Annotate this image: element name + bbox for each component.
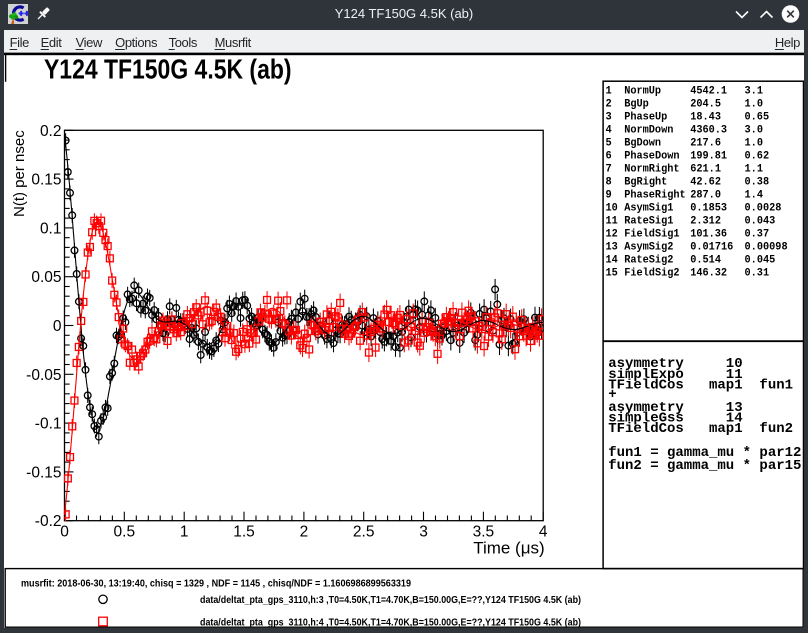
svg-text:1.5: 1.5 — [233, 524, 255, 541]
svg-text:0.62: 0.62 — [745, 151, 770, 163]
svg-text:9: 9 — [606, 190, 612, 202]
svg-text:Y124 TF150G 4.5K (ab): Y124 TF150G 4.5K (ab) — [44, 54, 292, 85]
svg-text:PhaseRight: PhaseRight — [624, 190, 686, 202]
svg-text:12: 12 — [606, 229, 618, 241]
svg-text:NormRight: NormRight — [624, 164, 679, 176]
svg-text:199.81: 199.81 — [690, 151, 727, 163]
svg-text:BgDown: BgDown — [624, 138, 661, 150]
svg-text:0.1: 0.1 — [40, 220, 62, 237]
svg-text:42.62: 42.62 — [690, 177, 721, 189]
svg-text:3: 3 — [419, 524, 428, 541]
svg-text:AsymSig2: AsymSig2 — [624, 242, 673, 254]
svg-text:0: 0 — [60, 524, 69, 541]
svg-text:TFieldCos map1 fun1: TFieldCos map1 fun1 — [608, 377, 793, 393]
svg-text:287.0: 287.0 — [690, 190, 721, 202]
svg-text:2: 2 — [606, 99, 612, 111]
svg-text:FieldSig2: FieldSig2 — [624, 268, 679, 280]
svg-text:1.0: 1.0 — [745, 99, 764, 111]
svg-text:13: 13 — [606, 242, 618, 254]
svg-text:-0.1: -0.1 — [35, 416, 62, 433]
svg-text:0.38: 0.38 — [745, 177, 770, 189]
svg-text:PhaseUp: PhaseUp — [624, 112, 667, 124]
svg-text:N(t) per nsec: N(t) per nsec — [11, 130, 28, 217]
svg-text:data/deltat_pta_gps_3110,h:3 ,: data/deltat_pta_gps_3110,h:3 ,T0=4.50K,T… — [200, 595, 581, 606]
svg-text:NormDown: NormDown — [624, 125, 673, 137]
svg-text:0.05: 0.05 — [31, 269, 61, 286]
svg-text:15: 15 — [606, 268, 618, 280]
svg-text:-0.2: -0.2 — [35, 513, 62, 530]
svg-text:621.1: 621.1 — [690, 164, 721, 176]
svg-text:3: 3 — [606, 112, 612, 124]
svg-text:18.43: 18.43 — [690, 112, 721, 124]
svg-text:101.36: 101.36 — [690, 229, 727, 241]
svg-text:204.5: 204.5 — [690, 99, 721, 111]
svg-text:1.4: 1.4 — [745, 190, 764, 202]
svg-text:0.01716: 0.01716 — [690, 242, 733, 254]
svg-text:0.65: 0.65 — [745, 112, 770, 124]
svg-text:2: 2 — [300, 524, 309, 541]
svg-text:data/deltat_pta_gps_3110,h:4 ,: data/deltat_pta_gps_3110,h:4 ,T0=4.50K,T… — [200, 617, 581, 628]
svg-text:1: 1 — [180, 524, 189, 541]
svg-text:0.1853: 0.1853 — [690, 203, 727, 215]
svg-text:-0.15: -0.15 — [26, 464, 61, 481]
svg-text:AsymSig1: AsymSig1 — [624, 203, 674, 215]
svg-text:0.2: 0.2 — [40, 123, 62, 140]
svg-text:0.514: 0.514 — [690, 255, 721, 267]
svg-text:0: 0 — [53, 318, 62, 335]
svg-text:2.312: 2.312 — [690, 216, 721, 228]
svg-text:4: 4 — [606, 125, 613, 137]
svg-text:6: 6 — [606, 151, 612, 163]
svg-text:1.1: 1.1 — [745, 164, 764, 176]
svg-text:217.6: 217.6 — [690, 138, 721, 150]
svg-text:2.5: 2.5 — [353, 524, 375, 541]
svg-text:0.37: 0.37 — [745, 229, 770, 241]
svg-text:FieldSig1: FieldSig1 — [624, 229, 680, 241]
svg-text:3.1: 3.1 — [745, 86, 764, 98]
svg-text:14: 14 — [606, 255, 619, 267]
svg-text:0.00098: 0.00098 — [745, 242, 788, 254]
svg-text:-0.05: -0.05 — [26, 367, 61, 384]
svg-text:4360.3: 4360.3 — [690, 125, 727, 137]
svg-text:NormUp: NormUp — [624, 86, 661, 98]
svg-text:7: 7 — [606, 164, 612, 176]
svg-text:RateSig2: RateSig2 — [624, 255, 673, 267]
svg-text:8: 8 — [606, 177, 612, 189]
svg-text:0.5: 0.5 — [114, 524, 136, 541]
svg-text:musrfit: 2018-06-30, 13:19:40,: musrfit: 2018-06-30, 13:19:40, chisq = 1… — [21, 577, 411, 589]
svg-text:146.32: 146.32 — [690, 268, 727, 280]
svg-text:PhaseDown: PhaseDown — [624, 151, 679, 163]
svg-text:0.0028: 0.0028 — [745, 203, 782, 215]
svg-text:TFieldCos map1 fun2: TFieldCos map1 fun2 — [608, 421, 793, 437]
svg-text:1: 1 — [606, 86, 613, 98]
svg-text:fun2 = gamma_mu * par15: fun2 = gamma_mu * par15 — [608, 458, 801, 474]
svg-text:10: 10 — [606, 203, 618, 215]
svg-text:Time (μs): Time (μs) — [473, 539, 545, 558]
svg-text:3.0: 3.0 — [745, 125, 764, 137]
svg-text:5: 5 — [606, 138, 612, 150]
svg-text:0.043: 0.043 — [745, 216, 776, 228]
svg-text:11: 11 — [606, 216, 619, 228]
svg-text:BgUp: BgUp — [624, 99, 649, 111]
svg-text:0.31: 0.31 — [745, 268, 770, 280]
svg-text:BgRight: BgRight — [624, 177, 667, 189]
svg-text:RateSig1: RateSig1 — [624, 216, 674, 228]
svg-text:0.045: 0.045 — [745, 255, 776, 267]
svg-text:4542.1: 4542.1 — [690, 86, 727, 98]
svg-text:0.15: 0.15 — [31, 172, 61, 189]
svg-text:1.0: 1.0 — [745, 138, 764, 150]
